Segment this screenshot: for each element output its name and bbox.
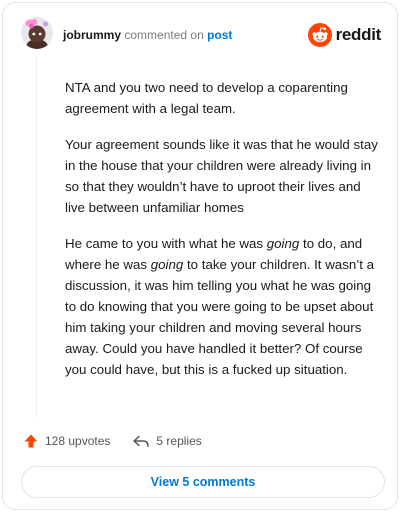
comment-text: NTA and you two need to develop a copare… [65,80,348,116]
comment-text: to take your children. It wasn’t a discu… [65,257,374,377]
username[interactable]: jobrummy [63,28,121,42]
reddit-brand[interactable]: reddit [307,23,382,47]
avatar[interactable] [21,17,53,49]
comment-actions: 128 upvotes 5 replies [23,433,202,449]
reddit-logo-icon [307,23,332,47]
comment-header: jobrummy commented on post [63,27,232,43]
comment-paragraph: He came to you with what he was going to… [65,233,383,380]
view-comments-button[interactable]: View 5 comments [21,466,385,498]
comment-paragraph: Your agreement sounds like it was that h… [65,134,383,218]
upvote-count: 128 upvotes [45,434,111,448]
reply-arrow-icon [133,435,150,447]
reply-button[interactable]: 5 replies [132,433,202,449]
upvote-arrow-icon[interactable] [23,433,39,449]
comment-body: NTA and you two need to develop a copare… [65,77,383,395]
comment-card: jobrummy commented on post reddit NTA an… [2,2,398,510]
comment-paragraph: NTA and you two need to develop a copare… [65,77,383,119]
commented-on-text: commented on [124,28,204,42]
emphasis-text: going [150,257,184,272]
comment-text: Your agreement sounds like it was that h… [65,137,378,215]
avatar-snoo-icon [21,17,53,49]
post-link[interactable]: post [207,28,232,42]
emphasis-text: going [266,236,300,251]
comment-text: He came to you with what he was [65,236,267,251]
brand-wordmark: reddit [335,25,382,44]
upvote-button[interactable]: 128 upvotes [23,433,110,449]
reply-count: 5 replies [156,434,202,448]
thread-line[interactable] [36,57,37,417]
